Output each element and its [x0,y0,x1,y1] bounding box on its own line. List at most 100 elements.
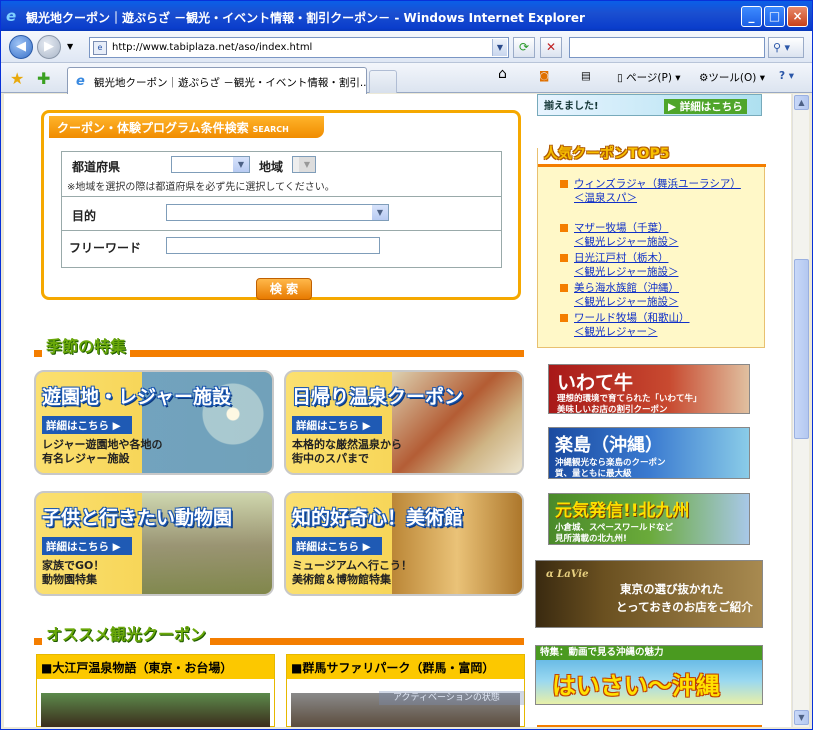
feeds-icon[interactable]: ◙ [539,70,549,82]
add-favorites-icon[interactable]: ✚ [37,69,50,88]
scroll-thumb[interactable] [794,259,809,439]
page-menu[interactable]: ▯ ページ(P) ▾ [617,70,681,85]
refresh-button[interactable]: ⟳ [513,37,535,58]
top5-item-cat: ＜観光レジャー＞ [574,326,658,338]
page-menu-label: ページ(P) [626,72,672,84]
card-more-link[interactable]: 詳細はこちら ▶ [292,537,382,555]
scroll-down-icon[interactable]: ▼ [794,710,809,725]
prefecture-select[interactable]: ▼ [171,156,250,173]
coupon-title: ■群馬サファリパーク（群馬・富岡） [287,655,524,679]
top5-item-cat: ＜温泉スパ＞ [574,192,637,204]
banner-lavie[interactable]: α LaVie 東京の選び抜かれた とっておきのお店をご紹介 [535,560,763,628]
home-icon[interactable]: ⌂ [498,66,507,82]
card-desc: 本格的な厳然温泉から 街中のスパまで [292,438,402,466]
top5-item-name: 美ら海水族館（沖縄） [574,282,679,294]
top5-item-name: マザー牧場（千葉） [574,222,669,234]
coupon-image [41,693,270,727]
bullet-icon [560,254,568,262]
chevron-down-icon: ▼ [372,205,388,220]
chevron-down-icon: ▼ [233,157,249,172]
purpose-row: 目的 ▼ [62,197,501,231]
new-tab-button[interactable] [369,70,397,93]
search-button[interactable]: ⚲ ▾ [768,37,804,58]
tab-label: 観光地クーポン｜遊ぷらざ －観光・イベント情報・割引... [94,77,367,89]
maximize-button[interactable]: □ [764,6,785,27]
top5-item-cat: ＜観光レジャー施設＞ [574,296,679,308]
tab-ie-icon: e [76,74,85,89]
right-next-heading [537,716,762,727]
tools-menu[interactable]: ⚙ツール(O) ▾ [699,70,765,85]
scroll-up-icon[interactable]: ▲ [794,95,809,110]
top5-item-4[interactable]: 美ら海水族館（沖縄） ＜観光レジャー施設＞ [574,281,679,309]
minimize-button[interactable]: _ [741,6,762,27]
vertical-scrollbar[interactable]: ▲ ▼ [792,94,809,727]
url-dropdown-icon[interactable]: ▼ [492,39,507,56]
card-title: 子供と行きたい動物園 [42,507,233,529]
history-dropdown-icon[interactable]: ▼ [67,42,73,51]
card-zoo[interactable]: 子供と行きたい動物園 詳細はこちら ▶ 家族でGO！ 動物園特集 [34,491,274,596]
window-title: 観光地クーポン｜遊ぷらざ －観光・イベント情報・割引クーポン－ - Window… [26,11,585,25]
forward-button[interactable]: ▶ [37,35,61,59]
card-more-link[interactable]: 詳細はこちら ▶ [292,416,382,434]
top5-item-3[interactable]: 日光江戸村（栃木） ＜観光レジャー施設＞ [574,251,678,279]
banner-kyushu-title: 元気発信!!北九州 [555,501,690,521]
area-label: 地域 [259,160,284,174]
top5-item-5[interactable]: ワールド牧場（和歌山） ＜観光レジャー＞ [574,311,690,339]
area-select[interactable]: ▼ [292,156,316,173]
print-icon[interactable]: ▤ [581,70,591,82]
top5-item-1[interactable]: ウィンズラジャ（舞浜ユーラシア） ＜温泉スパ＞ [574,177,744,205]
card-desc-line2: 動物園特集 [42,573,97,586]
banner-iwate[interactable]: いわて牛 理想的環境で育てられた「いわて牛」 美味しいお店の割引クーポン [548,364,750,414]
search-input[interactable] [569,37,765,58]
search-panel-en: SEARCH [252,125,289,134]
banner-okinawa[interactable]: 楽島（沖縄） 沖縄観光なら楽島のクーポン 質、量ともに最大級 [548,427,750,479]
card-museum[interactable]: 知的好奇心！美術館 詳細はこちら ▶ ミュージアムへ行こう！ 美術館＆博物館特集 [284,491,524,596]
card-more-link[interactable]: 詳細はこちら ▶ [42,416,132,434]
back-button[interactable]: ◀ [9,35,33,59]
browser-window: e 観光地クーポン｜遊ぷらざ －観光・イベント情報・割引クーポン－ - Wind… [0,0,813,730]
title-bar: e 観光地クーポン｜遊ぷらざ －観光・イベント情報・割引クーポン－ - Wind… [1,1,812,31]
gear-icon: ⚙ [699,72,709,84]
stop-button[interactable]: ✕ [540,37,562,58]
top5-item-2[interactable]: マザー牧場（千葉） ＜観光レジャー施設＞ [574,221,678,249]
top5-panel: 人気クーポンTOP5 ウィンズラジャ（舞浜ユーラシア） ＜温泉スパ＞ マザー牧場（… [537,143,766,348]
bullet-icon [560,284,568,292]
activation-watermark: アクティベーションの状態 [379,691,525,705]
favorites-star-icon[interactable]: ★ [10,69,24,88]
chevron-down-icon: ▼ [299,157,315,172]
tab-current[interactable]: e 観光地クーポン｜遊ぷらざ －観光・イベント情報・割引... [67,67,367,94]
purpose-select[interactable]: ▼ [166,204,389,221]
tab-bar: ★ ✚ e 観光地クーポン｜遊ぷらざ －観光・イベント情報・割引... ⌂ ◙ … [1,63,812,94]
address-bar: ◀ ▶ ▼ e http://www.tabiplaza.net/aso/ind… [1,31,812,63]
card-more-link[interactable]: 詳細はこちら ▶ [42,537,132,555]
page-viewport: クーポン・体験プログラム条件検索 SEARCH 都道府県 ▼ 地域 ▼ ※地域を選… [4,94,791,727]
top5-item-cat: ＜観光レジャー施設＞ [574,266,679,278]
banner-kyushu[interactable]: 元気発信!!北九州 小倉城、スペースワールドなど 見所満載の北九州! [548,493,750,545]
card-desc-line2: 有名レジャー施設 [42,452,130,465]
card-title: 知的好奇心！美術館 [292,507,464,529]
freeword-row: フリーワード [62,231,501,268]
banner-video-top: 特集：動画で見る沖縄の魅力 [536,646,762,660]
bullet-icon [560,180,568,188]
top-banner-link: ▶ 詳細はこちら [664,99,747,114]
top5-heading: 人気クーポンTOP5 [544,146,670,162]
card-onsen[interactable]: 日帰り温泉クーポン 詳細はこちら ▶ 本格的な厳然温泉から 街中のスパまで [284,370,524,475]
prefecture-label: 都道府県 [72,160,121,174]
top-banner[interactable]: 揃えました! ▶ 詳細はこちら [537,94,762,116]
season-heading: 季節の特集 [34,333,524,358]
url-field[interactable]: e http://www.tabiplaza.net/aso/index.htm… [89,37,509,58]
card-desc-line1: ミュージアムへ行こう！ [292,559,413,572]
card-title: 遊園地・レジャー施設 [42,386,232,408]
card-amusement[interactable]: 遊園地・レジャー施設 詳細はこちら ▶ レジャー遊園地や各地の 有名レジャー施設 [34,370,274,475]
page-icon: e [93,41,107,55]
help-icon[interactable]: ? ▾ [779,70,794,82]
banner-okinawa-title: 楽島（沖縄） [555,435,663,456]
top5-item-name: 日光江戸村（栃木） [574,252,669,264]
coupon-oedo[interactable]: ■大江戸温泉物語（東京・お台場） [36,654,275,727]
search-submit-button[interactable]: 検 索 [256,278,312,300]
top5-item-cat: ＜観光レジャー施設＞ [574,236,679,248]
banner-video-okinawa[interactable]: 特集：動画で見る沖縄の魅力 はいさい〜沖縄 [535,645,763,705]
freeword-input[interactable] [166,237,380,254]
close-button[interactable]: × [787,6,808,27]
banner-video-main: はいさい〜沖縄 [552,672,720,700]
